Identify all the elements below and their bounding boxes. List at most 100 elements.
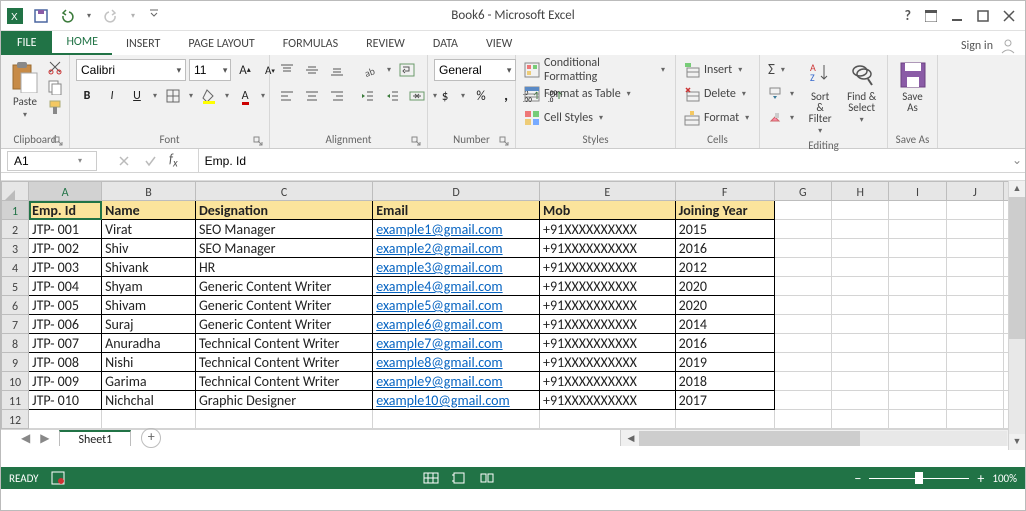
cell[interactable]: JTP- 003 [29, 258, 102, 277]
cell[interactable]: example1@gmail.com [373, 220, 540, 239]
cell[interactable] [889, 277, 946, 296]
cell[interactable] [889, 201, 946, 220]
cell[interactable] [946, 296, 1003, 315]
cell[interactable] [889, 239, 946, 258]
row-header[interactable]: 6 [2, 296, 29, 315]
align-middle-icon[interactable] [301, 59, 323, 81]
cell[interactable] [832, 201, 889, 220]
cell[interactable] [832, 334, 889, 353]
italic-button[interactable]: I [101, 85, 123, 107]
number-format-combo[interactable]: ▾ [434, 59, 516, 81]
cell[interactable]: example5@gmail.com [373, 296, 540, 315]
underline-button[interactable]: U [126, 85, 148, 107]
zoom-slider[interactable] [869, 478, 969, 479]
cell[interactable]: Designation [195, 201, 372, 220]
cell[interactable] [774, 353, 831, 372]
cell[interactable]: Technical Content Writer [195, 334, 372, 353]
cell[interactable]: +91XXXXXXXXXX [540, 315, 676, 334]
row-header[interactable]: 8 [2, 334, 29, 353]
help-icon[interactable]: ? [905, 7, 912, 24]
find-select-button[interactable]: Find & Select▾ [842, 59, 881, 127]
cell[interactable]: +91XXXXXXXXXX [540, 239, 676, 258]
align-left-icon[interactable] [276, 85, 298, 107]
cell[interactable] [832, 315, 889, 334]
column-header[interactable]: G [774, 182, 831, 201]
tab-formulas[interactable]: FORMULAS [269, 33, 352, 55]
cell[interactable]: Generic Content Writer [195, 277, 372, 296]
border-button[interactable] [162, 85, 184, 107]
name-box[interactable]: ▾ [7, 151, 97, 171]
row-header[interactable]: 1 [2, 201, 29, 220]
vertical-scrollbar[interactable]: ▲▼ [1008, 181, 1025, 450]
cell[interactable] [832, 353, 889, 372]
row-header[interactable]: 4 [2, 258, 29, 277]
cell[interactable]: Shyam [102, 277, 196, 296]
cell[interactable]: Joining Year [675, 201, 774, 220]
cell[interactable]: JTP- 005 [29, 296, 102, 315]
orientation-icon[interactable]: ab [360, 59, 382, 81]
cell[interactable] [832, 391, 889, 410]
cell[interactable]: SEO Manager [195, 239, 372, 258]
cell[interactable] [889, 372, 946, 391]
sheet-nav-next[interactable]: ▶ [40, 431, 49, 446]
cell[interactable]: example4@gmail.com [373, 277, 540, 296]
cell[interactable] [540, 410, 676, 429]
cell[interactable]: +91XXXXXXXXXX [540, 372, 676, 391]
align-top-icon[interactable] [276, 59, 298, 81]
cell[interactable]: +91XXXXXXXXXX [540, 296, 676, 315]
sheet-tab-1[interactable]: Sheet1 [59, 430, 131, 446]
cell[interactable]: 2016 [675, 334, 774, 353]
save-icon[interactable] [33, 8, 49, 24]
cell[interactable]: 2019 [675, 353, 774, 372]
cell[interactable] [889, 353, 946, 372]
zoom-level[interactable]: 100% [992, 472, 1017, 485]
cell[interactable] [195, 410, 372, 429]
tab-data[interactable]: DATA [419, 33, 472, 55]
row-header[interactable]: 3 [2, 239, 29, 258]
cell[interactable]: Nichchal [102, 391, 196, 410]
cell[interactable] [102, 410, 196, 429]
column-header[interactable]: C [195, 182, 372, 201]
undo-icon[interactable] [59, 8, 75, 24]
cell[interactable] [774, 239, 831, 258]
cell[interactable] [832, 277, 889, 296]
column-header[interactable]: F [675, 182, 774, 201]
maximize-icon[interactable] [977, 10, 989, 22]
zoom-out-button[interactable]: − [854, 470, 861, 487]
column-header[interactable]: A [29, 182, 102, 201]
cell-styles-button[interactable]: Cell Styles▾ [522, 107, 607, 129]
row-header[interactable]: 12 [2, 410, 29, 429]
cell[interactable]: HR [195, 258, 372, 277]
paste-button[interactable]: Paste ▾ [7, 59, 43, 122]
cell[interactable] [889, 296, 946, 315]
column-header[interactable]: J [946, 182, 1003, 201]
cell[interactable]: 2015 [675, 220, 774, 239]
format-painter-icon[interactable] [47, 99, 63, 115]
cell[interactable] [946, 410, 1003, 429]
cell[interactable]: SEO Manager [195, 220, 372, 239]
cell[interactable] [946, 372, 1003, 391]
cell[interactable]: JTP- 009 [29, 372, 102, 391]
cell[interactable] [946, 315, 1003, 334]
normal-view-icon[interactable] [421, 470, 441, 486]
column-header[interactable]: E [540, 182, 676, 201]
cell[interactable]: JTP- 001 [29, 220, 102, 239]
tab-review[interactable]: REVIEW [352, 33, 419, 55]
tab-file[interactable]: FILE [1, 31, 52, 55]
cell[interactable] [774, 334, 831, 353]
cell[interactable] [774, 372, 831, 391]
row-header[interactable]: 2 [2, 220, 29, 239]
close-icon[interactable] [1003, 10, 1015, 22]
add-sheet-button[interactable]: + [141, 428, 161, 448]
align-right-icon[interactable] [326, 85, 348, 107]
cell[interactable]: example6@gmail.com [373, 315, 540, 334]
wrap-text-icon[interactable] [396, 59, 418, 81]
cell[interactable]: Anuradha [102, 334, 196, 353]
cell[interactable]: Emp. Id [29, 201, 102, 220]
cancel-formula-icon[interactable] [117, 154, 131, 168]
cell[interactable]: Shiv [102, 239, 196, 258]
cell[interactable]: Generic Content Writer [195, 296, 372, 315]
formula-input[interactable] [199, 149, 1009, 172]
page-break-view-icon[interactable] [477, 470, 497, 486]
expand-formula-icon[interactable]: ⌄ [1009, 153, 1025, 168]
